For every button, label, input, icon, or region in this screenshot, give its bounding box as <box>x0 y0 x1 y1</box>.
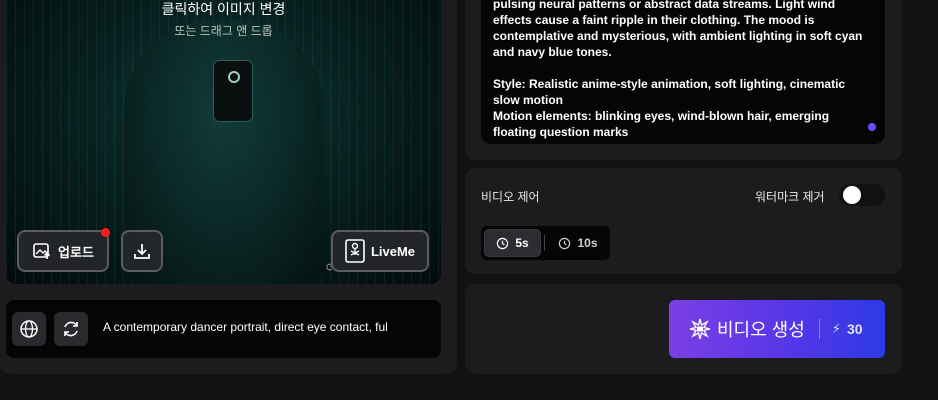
dropzone-subtitle: 또는 드래그 앤 드롭 <box>174 24 273 38</box>
prompt-input[interactable]: A contemporary dancer portrait, direct e… <box>103 320 438 334</box>
duration-10s-label: 10s <box>577 236 598 250</box>
upload-label: 업로드 <box>58 244 94 260</box>
generate-panel: 비디오 생성 ⚡ 30 <box>465 284 902 374</box>
duration-5s-option[interactable]: 5s <box>484 229 541 257</box>
image-editor-panel: 클릭하여 이미지 변경 또는 드래그 앤 드롭 ⟳ 업로드 LiveMe A c… <box>0 0 457 374</box>
refresh-icon <box>64 321 78 337</box>
notification-dot <box>101 228 110 237</box>
clock-icon <box>559 237 571 249</box>
credit-cost: 30 <box>846 321 863 337</box>
upload-button[interactable]: 업로드 <box>17 230 109 272</box>
clock-icon <box>497 237 509 249</box>
liveme-button[interactable]: LiveMe <box>331 230 429 272</box>
download-icon <box>134 244 150 259</box>
watermark-toggle[interactable] <box>839 184 885 206</box>
regenerate-prompt-button[interactable] <box>54 312 88 346</box>
video-control-panel: 비디오 제어 워터마크 제거 5s 10s <box>465 168 902 274</box>
liveme-icon <box>345 239 365 263</box>
toggle-knob <box>843 186 861 204</box>
status-dot <box>868 123 876 131</box>
download-button[interactable] <box>121 230 163 272</box>
description-panel: pulsing neural patterns or abstract data… <box>465 0 902 160</box>
phone-image <box>213 60 253 122</box>
sparkle-video-icon <box>689 318 711 340</box>
duration-divider <box>544 235 545 251</box>
globe-icon <box>20 320 38 338</box>
duration-10s-option[interactable]: 10s <box>549 229 607 257</box>
video-control-label: 비디오 제어 <box>481 190 540 204</box>
description-text: pulsing neural patterns or abstract data… <box>493 0 863 139</box>
page: 클릭하여 이미지 변경 또는 드래그 앤 드롭 ⟳ 업로드 LiveMe A c… <box>0 0 938 400</box>
generate-video-button[interactable]: 비디오 생성 ⚡ 30 <box>669 300 885 358</box>
lightning-icon: ⚡ <box>831 321 841 336</box>
liveme-label: LiveMe <box>370 243 416 259</box>
dropzone-title: 클릭하여 이미지 변경 <box>161 1 286 17</box>
generate-label: 비디오 생성 <box>717 320 805 340</box>
generate-divider <box>818 319 820 339</box>
image-upload-icon <box>33 243 51 259</box>
language-button[interactable] <box>12 312 46 346</box>
duration-selector: 5s 10s <box>481 226 610 260</box>
prompt-bar: A contemporary dancer portrait, direct e… <box>6 300 441 358</box>
duration-5s-label: 5s <box>515 236 529 250</box>
watermark-label: 워터마크 제거 <box>755 190 825 204</box>
description-textarea[interactable]: pulsing neural patterns or abstract data… <box>481 0 885 144</box>
